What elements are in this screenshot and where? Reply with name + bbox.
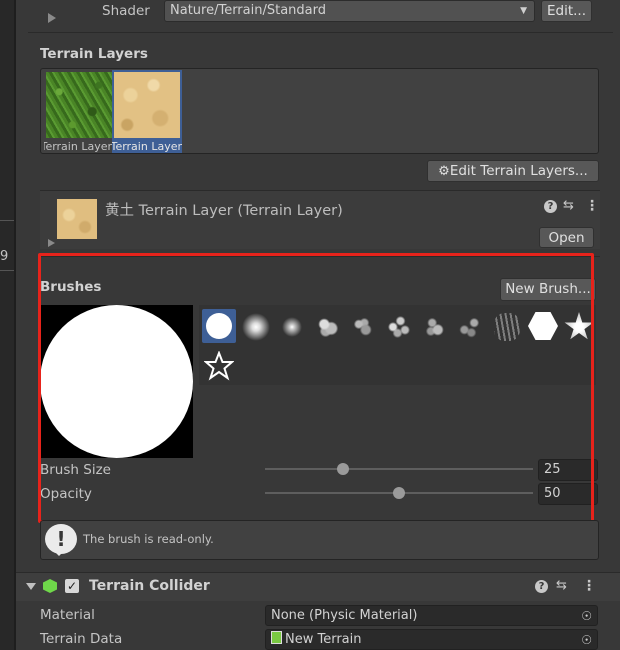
terrain-data-asset-icon bbox=[271, 631, 282, 644]
more-menu-icon[interactable]: ⋮ bbox=[585, 198, 599, 214]
readonly-helpbox: ! The brush is read-only. bbox=[40, 520, 599, 560]
shader-foldout-icon[interactable] bbox=[48, 13, 56, 23]
terrain-data-value: New Terrain bbox=[285, 632, 362, 647]
layer-inspector-title: 黄土 Terrain Layer (Terrain Layer) bbox=[105, 203, 343, 219]
material-label: Material bbox=[40, 607, 95, 623]
foldout-expanded-icon[interactable] bbox=[26, 583, 36, 590]
terrain-layer-item-selected[interactable]: 黄土 Terrain Layer bbox=[112, 70, 182, 154]
presets-icon[interactable]: ⇆ bbox=[556, 578, 567, 593]
edit-terrain-layers-label: Edit Terrain Layers... bbox=[449, 163, 588, 179]
gear-icon: ⚙ bbox=[438, 164, 450, 179]
object-picker-icon[interactable]: ☉ bbox=[581, 630, 592, 650]
left-strip-value: 9 bbox=[0, 249, 9, 264]
terrain-layer-item[interactable]: 黄土 Terrain Layer bbox=[44, 72, 112, 152]
material-object-field[interactable]: None (Physic Material) ☉ bbox=[265, 605, 598, 626]
terrain-data-label: Terrain Data bbox=[40, 631, 123, 647]
chevron-down-icon: ▼ bbox=[520, 6, 527, 16]
more-menu-icon[interactable]: ⋮ bbox=[582, 578, 596, 594]
terrain-layers-heading: Terrain Layers bbox=[40, 46, 148, 62]
grass-texture-thumbnail bbox=[46, 72, 112, 138]
terrain-layer-label: 黄土 Terrain Layer bbox=[112, 140, 182, 153]
shader-value: Nature/Terrain/Standard bbox=[170, 3, 326, 18]
sand-texture-thumbnail bbox=[114, 72, 180, 138]
highlight-box bbox=[38, 253, 594, 523]
material-value: None (Physic Material) bbox=[271, 608, 418, 623]
help-icon[interactable]: ? bbox=[544, 200, 557, 213]
shader-label: Shader bbox=[102, 3, 150, 19]
shader-dropdown[interactable]: Nature/Terrain/Standard ▼ bbox=[164, 0, 535, 22]
readonly-notice-text: The brush is read-only. bbox=[83, 532, 214, 546]
collider-enabled-checkbox[interactable]: ✓ bbox=[65, 579, 79, 593]
panel-divider[interactable] bbox=[14, 0, 16, 650]
layer-thumbnail bbox=[57, 199, 97, 239]
terrain-layer-label: 黄土 Terrain Layer bbox=[44, 140, 112, 152]
edit-terrain-layers-button[interactable]: ⚙Edit Terrain Layers... bbox=[427, 160, 599, 182]
terrain-data-object-field[interactable]: New Terrain ☉ bbox=[265, 629, 598, 650]
help-icon[interactable]: ? bbox=[535, 580, 548, 593]
layer-open-button[interactable]: Open bbox=[539, 227, 594, 248]
presets-icon[interactable]: ⇆ bbox=[563, 198, 574, 213]
layer-foldout-icon[interactable] bbox=[48, 239, 55, 247]
terrain-collider-title: Terrain Collider bbox=[89, 578, 210, 594]
left-panel-strip: 9 bbox=[0, 0, 14, 650]
object-picker-icon[interactable]: ☉ bbox=[581, 606, 592, 626]
shader-edit-button[interactable]: Edit... bbox=[541, 0, 592, 22]
